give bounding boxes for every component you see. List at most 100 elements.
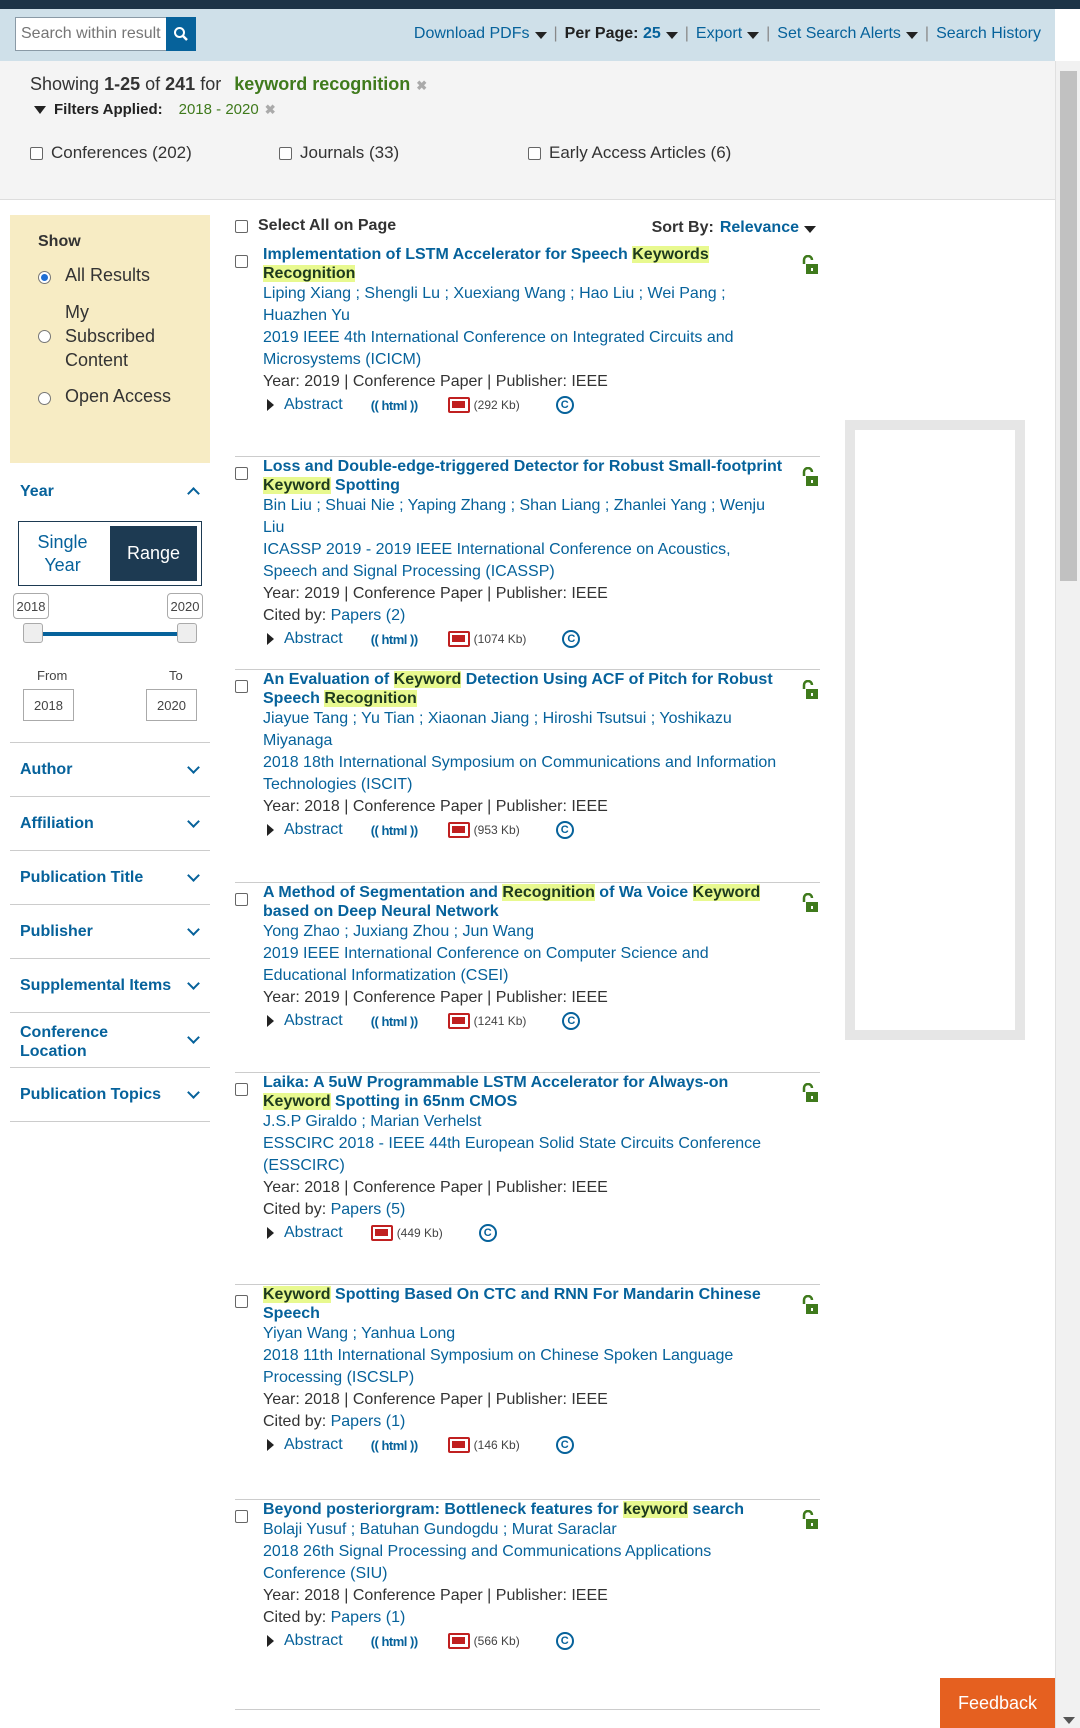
- search-history-link[interactable]: Search History: [936, 25, 1041, 43]
- abstract-toggle[interactable]: Abstract: [263, 1632, 343, 1650]
- pdf-icon[interactable]: [447, 631, 470, 647]
- result-title-link[interactable]: Implementation of LSTM Accelerator for S…: [263, 245, 783, 283]
- result-publication[interactable]: 2018 11th International Symposium on Chi…: [263, 1345, 783, 1389]
- sort-value[interactable]: Relevance: [720, 219, 799, 237]
- remove-filter-icon[interactable]: ✖: [265, 102, 276, 118]
- result-authors[interactable]: J.S.P Giraldo ; Marian Verhelst: [263, 1111, 783, 1133]
- sort-by-menu[interactable]: Sort By: Relevance: [652, 219, 816, 237]
- radio-button[interactable]: [38, 330, 51, 343]
- scrollbar-thumb[interactable]: [1060, 71, 1077, 581]
- html-icon[interactable]: (( html )): [371, 632, 418, 647]
- search-within-results-input[interactable]: [15, 17, 167, 51]
- abstract-toggle[interactable]: Abstract: [263, 1012, 343, 1030]
- journals-filter[interactable]: Journals (33): [279, 143, 399, 163]
- checkbox[interactable]: [30, 146, 43, 160]
- facet-affiliation[interactable]: Affiliation: [10, 797, 210, 851]
- result-checkbox[interactable]: [235, 255, 248, 268]
- download-pdfs-menu[interactable]: Download PDFs: [414, 25, 547, 43]
- abstract-toggle[interactable]: Abstract: [263, 630, 343, 648]
- to-year-input[interactable]: 2020: [146, 689, 197, 721]
- result-checkbox[interactable]: [235, 1083, 248, 1096]
- pdf-icon[interactable]: [447, 1633, 470, 1649]
- abstract-toggle[interactable]: Abstract: [263, 396, 343, 414]
- export-menu[interactable]: Export: [696, 25, 760, 43]
- result-publication[interactable]: 2019 IEEE International Conference on Co…: [263, 943, 783, 987]
- pdf-icon[interactable]: [447, 397, 470, 413]
- cited-papers-link[interactable]: Papers (2): [331, 607, 406, 624]
- checkbox[interactable]: [235, 219, 248, 233]
- result-checkbox[interactable]: [235, 893, 248, 906]
- year-facet-label[interactable]: Year: [20, 483, 54, 501]
- clear-search-icon[interactable]: ✖: [416, 78, 427, 93]
- set-search-alerts-menu[interactable]: Set Search Alerts: [777, 25, 918, 43]
- result-authors[interactable]: Yong Zhao ; Juxiang Zhou ; Jun Wang: [263, 921, 783, 943]
- result-title-link[interactable]: Keyword Spotting Based On CTC and RNN Fo…: [263, 1285, 783, 1323]
- result-publication[interactable]: ESSCIRC 2018 - IEEE 44th European Solid …: [263, 1133, 783, 1177]
- result-publication[interactable]: 2018 18th International Symposium on Com…: [263, 752, 783, 796]
- abstract-toggle[interactable]: Abstract: [263, 821, 343, 839]
- copyright-icon[interactable]: C: [555, 1632, 574, 1650]
- copyright-icon[interactable]: C: [555, 1436, 574, 1454]
- cited-papers-link[interactable]: Papers (1): [331, 1609, 406, 1626]
- result-title-link[interactable]: Laika: A 5uW Programmable LSTM Accelerat…: [263, 1073, 783, 1111]
- cited-papers-link[interactable]: Papers (5): [331, 1201, 406, 1218]
- early-access-filter[interactable]: Early Access Articles (6): [528, 143, 731, 163]
- year-slider-track[interactable]: [32, 632, 192, 636]
- cited-papers-link[interactable]: Papers (1): [331, 1413, 406, 1430]
- radio-open-access[interactable]: Open Access: [38, 386, 210, 407]
- html-icon[interactable]: (( html )): [371, 1014, 418, 1029]
- pdf-icon[interactable]: [447, 1437, 470, 1453]
- single-year-button[interactable]: Single Year: [19, 522, 106, 585]
- abstract-toggle[interactable]: Abstract: [263, 1436, 343, 1454]
- result-checkbox[interactable]: [235, 1510, 248, 1523]
- copyright-icon[interactable]: C: [555, 396, 574, 414]
- slider-min-handle[interactable]: [23, 623, 43, 643]
- per-page-menu[interactable]: Per Page: 25: [565, 25, 678, 43]
- result-title-link[interactable]: Loss and Double-edge-triggered Detector …: [263, 457, 783, 495]
- result-authors[interactable]: Bolaji Yusuf ; Batuhan Gundogdu ; Murat …: [263, 1519, 783, 1541]
- result-publication[interactable]: 2019 IEEE 4th International Conference o…: [263, 327, 783, 371]
- chevron-up-icon[interactable]: [187, 487, 200, 500]
- html-icon[interactable]: (( html )): [371, 398, 418, 413]
- facet-conference-location[interactable]: Conference Location: [10, 1013, 210, 1068]
- result-publication[interactable]: ICASSP 2019 - 2019 IEEE International Co…: [263, 539, 783, 583]
- scrollbar[interactable]: [1055, 61, 1080, 1728]
- checkbox[interactable]: [279, 146, 292, 160]
- result-title-link[interactable]: A Method of Segmentation and Recognition…: [263, 883, 783, 921]
- abstract-toggle[interactable]: Abstract: [263, 1224, 343, 1242]
- radio-all-results[interactable]: All Results: [38, 265, 210, 286]
- result-authors[interactable]: Bin Liu ; Shuai Nie ; Yaping Zhang ; Sha…: [263, 495, 783, 539]
- html-icon[interactable]: (( html )): [371, 823, 418, 838]
- copyright-icon[interactable]: C: [562, 1012, 581, 1030]
- select-all-on-page[interactable]: Select All on Page: [235, 217, 396, 235]
- feedback-button[interactable]: Feedback: [940, 1678, 1055, 1728]
- result-checkbox[interactable]: [235, 1295, 248, 1308]
- result-checkbox[interactable]: [235, 467, 248, 480]
- search-button[interactable]: [166, 17, 196, 51]
- copyright-icon[interactable]: C: [562, 630, 581, 648]
- facet-publication-title[interactable]: Publication Title: [10, 851, 210, 905]
- html-icon[interactable]: (( html )): [371, 1438, 418, 1453]
- facet-supplemental-items[interactable]: Supplemental Items: [10, 959, 210, 1013]
- facet-publisher[interactable]: Publisher: [10, 905, 210, 959]
- conferences-filter[interactable]: Conferences (202): [30, 143, 192, 163]
- slider-max-handle[interactable]: [177, 623, 197, 643]
- radio-button[interactable]: [38, 271, 51, 284]
- facet-author[interactable]: Author: [10, 743, 210, 797]
- result-checkbox[interactable]: [235, 680, 248, 693]
- checkbox[interactable]: [528, 146, 541, 160]
- result-authors[interactable]: Yiyan Wang ; Yanhua Long: [263, 1323, 783, 1345]
- pdf-icon[interactable]: [447, 1013, 470, 1029]
- result-authors[interactable]: Jiayue Tang ; Yu Tian ; Xiaonan Jiang ; …: [263, 708, 783, 752]
- filters-applied[interactable]: Filters Applied: 2018 - 2020 ✖: [34, 101, 276, 118]
- result-title-link[interactable]: An Evaluation of Keyword Detection Using…: [263, 670, 783, 708]
- scroll-down-arrow-icon[interactable]: [1063, 1717, 1075, 1724]
- pdf-icon[interactable]: [447, 822, 470, 838]
- from-year-input[interactable]: 2018: [23, 689, 74, 721]
- facet-publication-topics[interactable]: Publication Topics: [10, 1068, 210, 1122]
- copyright-icon[interactable]: C: [478, 1224, 497, 1242]
- result-publication[interactable]: 2018 26th Signal Processing and Communic…: [263, 1541, 783, 1585]
- radio-my-subscribed-content[interactable]: My Subscribed Content: [38, 300, 168, 372]
- copyright-icon[interactable]: C: [555, 821, 574, 839]
- html-icon[interactable]: (( html )): [371, 1634, 418, 1649]
